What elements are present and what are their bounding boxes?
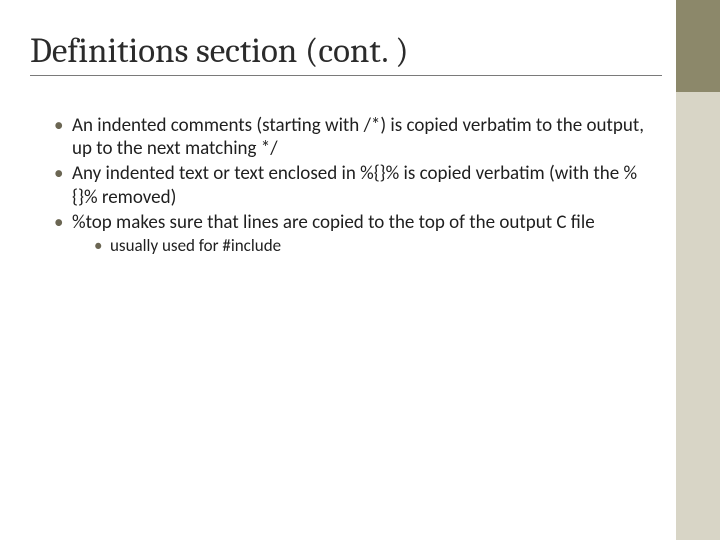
bullet-text: Any indented text or text enclosed in %{… <box>72 162 637 208</box>
slide-title: Definitions section (cont. ) <box>30 30 660 71</box>
accent-bar <box>676 0 720 540</box>
slide: Definitions section (cont. ) An indented… <box>0 0 720 540</box>
list-item: An indented comments (starting with /*) … <box>50 114 650 160</box>
bullet-list: An indented comments (starting with /*) … <box>50 114 650 257</box>
list-item: Any indented text or text enclosed in %{… <box>50 162 650 208</box>
title-area: Definitions section (cont. ) <box>30 30 660 76</box>
sub-bullet-list: usually used for #include <box>72 236 650 257</box>
accent-bar-bottom <box>676 92 720 540</box>
list-item: usually used for #include <box>92 236 650 257</box>
bullet-text: usually used for #include <box>110 235 281 256</box>
body-area: An indented comments (starting with /*) … <box>50 114 650 259</box>
title-underline <box>30 75 662 76</box>
bullet-text: %top makes sure that lines are copied to… <box>72 211 595 234</box>
list-item: %top makes sure that lines are copied to… <box>50 211 650 257</box>
bullet-text: An indented comments (starting with /*) … <box>72 114 644 160</box>
accent-bar-top <box>676 0 720 92</box>
